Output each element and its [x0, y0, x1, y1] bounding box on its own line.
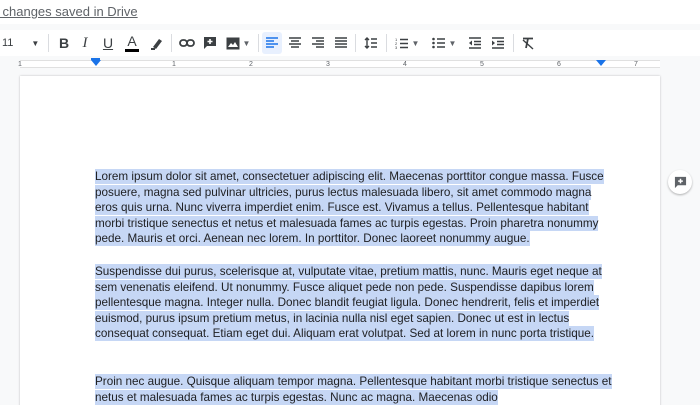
- ruler-number: 1: [172, 61, 176, 68]
- decrease-indent-icon: [469, 37, 481, 49]
- align-right-button[interactable]: [308, 32, 328, 54]
- line-spacing-icon: [364, 37, 377, 49]
- align-center-button[interactable]: [285, 32, 305, 54]
- font-size-value: 11: [2, 37, 14, 49]
- formatting-toolbar: 11 ▼ B I U A ▼ 123 ▼ ▼: [0, 30, 700, 56]
- ruler-number: 1: [18, 61, 22, 68]
- increase-indent-icon: [492, 37, 504, 49]
- text-color-button[interactable]: A: [122, 32, 142, 54]
- align-center-icon: [289, 37, 301, 48]
- add-comment-icon: [674, 176, 686, 188]
- bold-button[interactable]: B: [55, 32, 73, 54]
- add-comment-button[interactable]: [668, 170, 692, 194]
- justify-icon: [335, 37, 347, 48]
- toolbar-divider: [48, 34, 49, 52]
- text-color-swatch: [125, 49, 139, 52]
- clear-formatting-icon: [522, 37, 534, 50]
- bulleted-list-button[interactable]: ▼: [428, 32, 460, 54]
- align-left-icon: [266, 37, 278, 48]
- svg-text:3: 3: [395, 45, 398, 49]
- highlight-button[interactable]: [148, 32, 166, 54]
- selected-text: Lorem ipsum dolor sit amet, consectetuer…: [95, 169, 604, 246]
- insert-image-button[interactable]: ▼: [223, 32, 253, 54]
- save-status-bar: l changes saved in Drive: [0, 0, 700, 24]
- toolbar-divider: [355, 34, 356, 52]
- ruler-track: 1 1 2 3 4 5 6 7: [18, 60, 660, 68]
- horizontal-ruler[interactable]: 1 1 2 3 4 5 6 7: [0, 58, 700, 70]
- increase-indent-button[interactable]: [488, 32, 508, 54]
- numbered-list-button[interactable]: 123 ▼: [391, 32, 423, 54]
- insert-link-button[interactable]: [177, 32, 197, 54]
- toolbar-divider: [171, 34, 172, 52]
- toolbar-divider: [386, 34, 387, 52]
- chevron-down-icon: ▼: [31, 38, 40, 48]
- insert-image-icon: [226, 37, 240, 49]
- document-paragraph[interactable]: Proin nec augue. Quisque aliquam tempor …: [95, 374, 615, 405]
- chevron-down-icon: ▼: [448, 38, 457, 48]
- font-size-select[interactable]: 11 ▼: [0, 32, 44, 54]
- toolbar-divider: [258, 34, 259, 52]
- ruler-number: 2: [249, 61, 253, 68]
- bulleted-list-icon: [431, 37, 445, 49]
- insert-comment-button[interactable]: [200, 32, 220, 54]
- justify-button[interactable]: [331, 32, 351, 54]
- chevron-down-icon: ▼: [242, 38, 251, 48]
- selected-text: Proin nec augue. Quisque aliquam tempor …: [95, 374, 612, 405]
- link-icon: [179, 39, 195, 47]
- decrease-indent-button[interactable]: [465, 32, 485, 54]
- add-comment-icon: [204, 37, 216, 49]
- document-paragraph[interactable]: Lorem ipsum dolor sit amet, consectetuer…: [95, 169, 615, 247]
- numbered-list-icon: 123: [395, 37, 408, 49]
- left-indent-marker[interactable]: [91, 60, 101, 66]
- chevron-down-icon: ▼: [411, 38, 420, 48]
- italic-button[interactable]: I: [76, 32, 94, 54]
- text-color-label: A: [127, 33, 137, 49]
- ruler-number: 3: [326, 61, 330, 68]
- document-paragraph[interactable]: Suspendisse dui purus, scelerisque at, v…: [95, 264, 615, 342]
- ruler-number: 4: [403, 61, 407, 68]
- highlighter-icon: [151, 39, 162, 50]
- right-indent-marker[interactable]: [596, 60, 606, 66]
- clear-formatting-button[interactable]: [518, 32, 538, 54]
- ruler-number: 7: [634, 61, 638, 68]
- line-spacing-button[interactable]: [361, 32, 381, 54]
- saved-in-drive-link[interactable]: l changes saved in Drive: [0, 4, 138, 19]
- ruler-number: 5: [480, 61, 484, 68]
- align-left-button[interactable]: [262, 32, 282, 54]
- ruler-number: 6: [557, 61, 561, 68]
- toolbar-divider: [513, 34, 514, 52]
- selected-text: Suspendisse dui purus, scelerisque at, v…: [95, 264, 602, 341]
- align-right-icon: [312, 37, 324, 48]
- underline-button[interactable]: U: [99, 32, 117, 54]
